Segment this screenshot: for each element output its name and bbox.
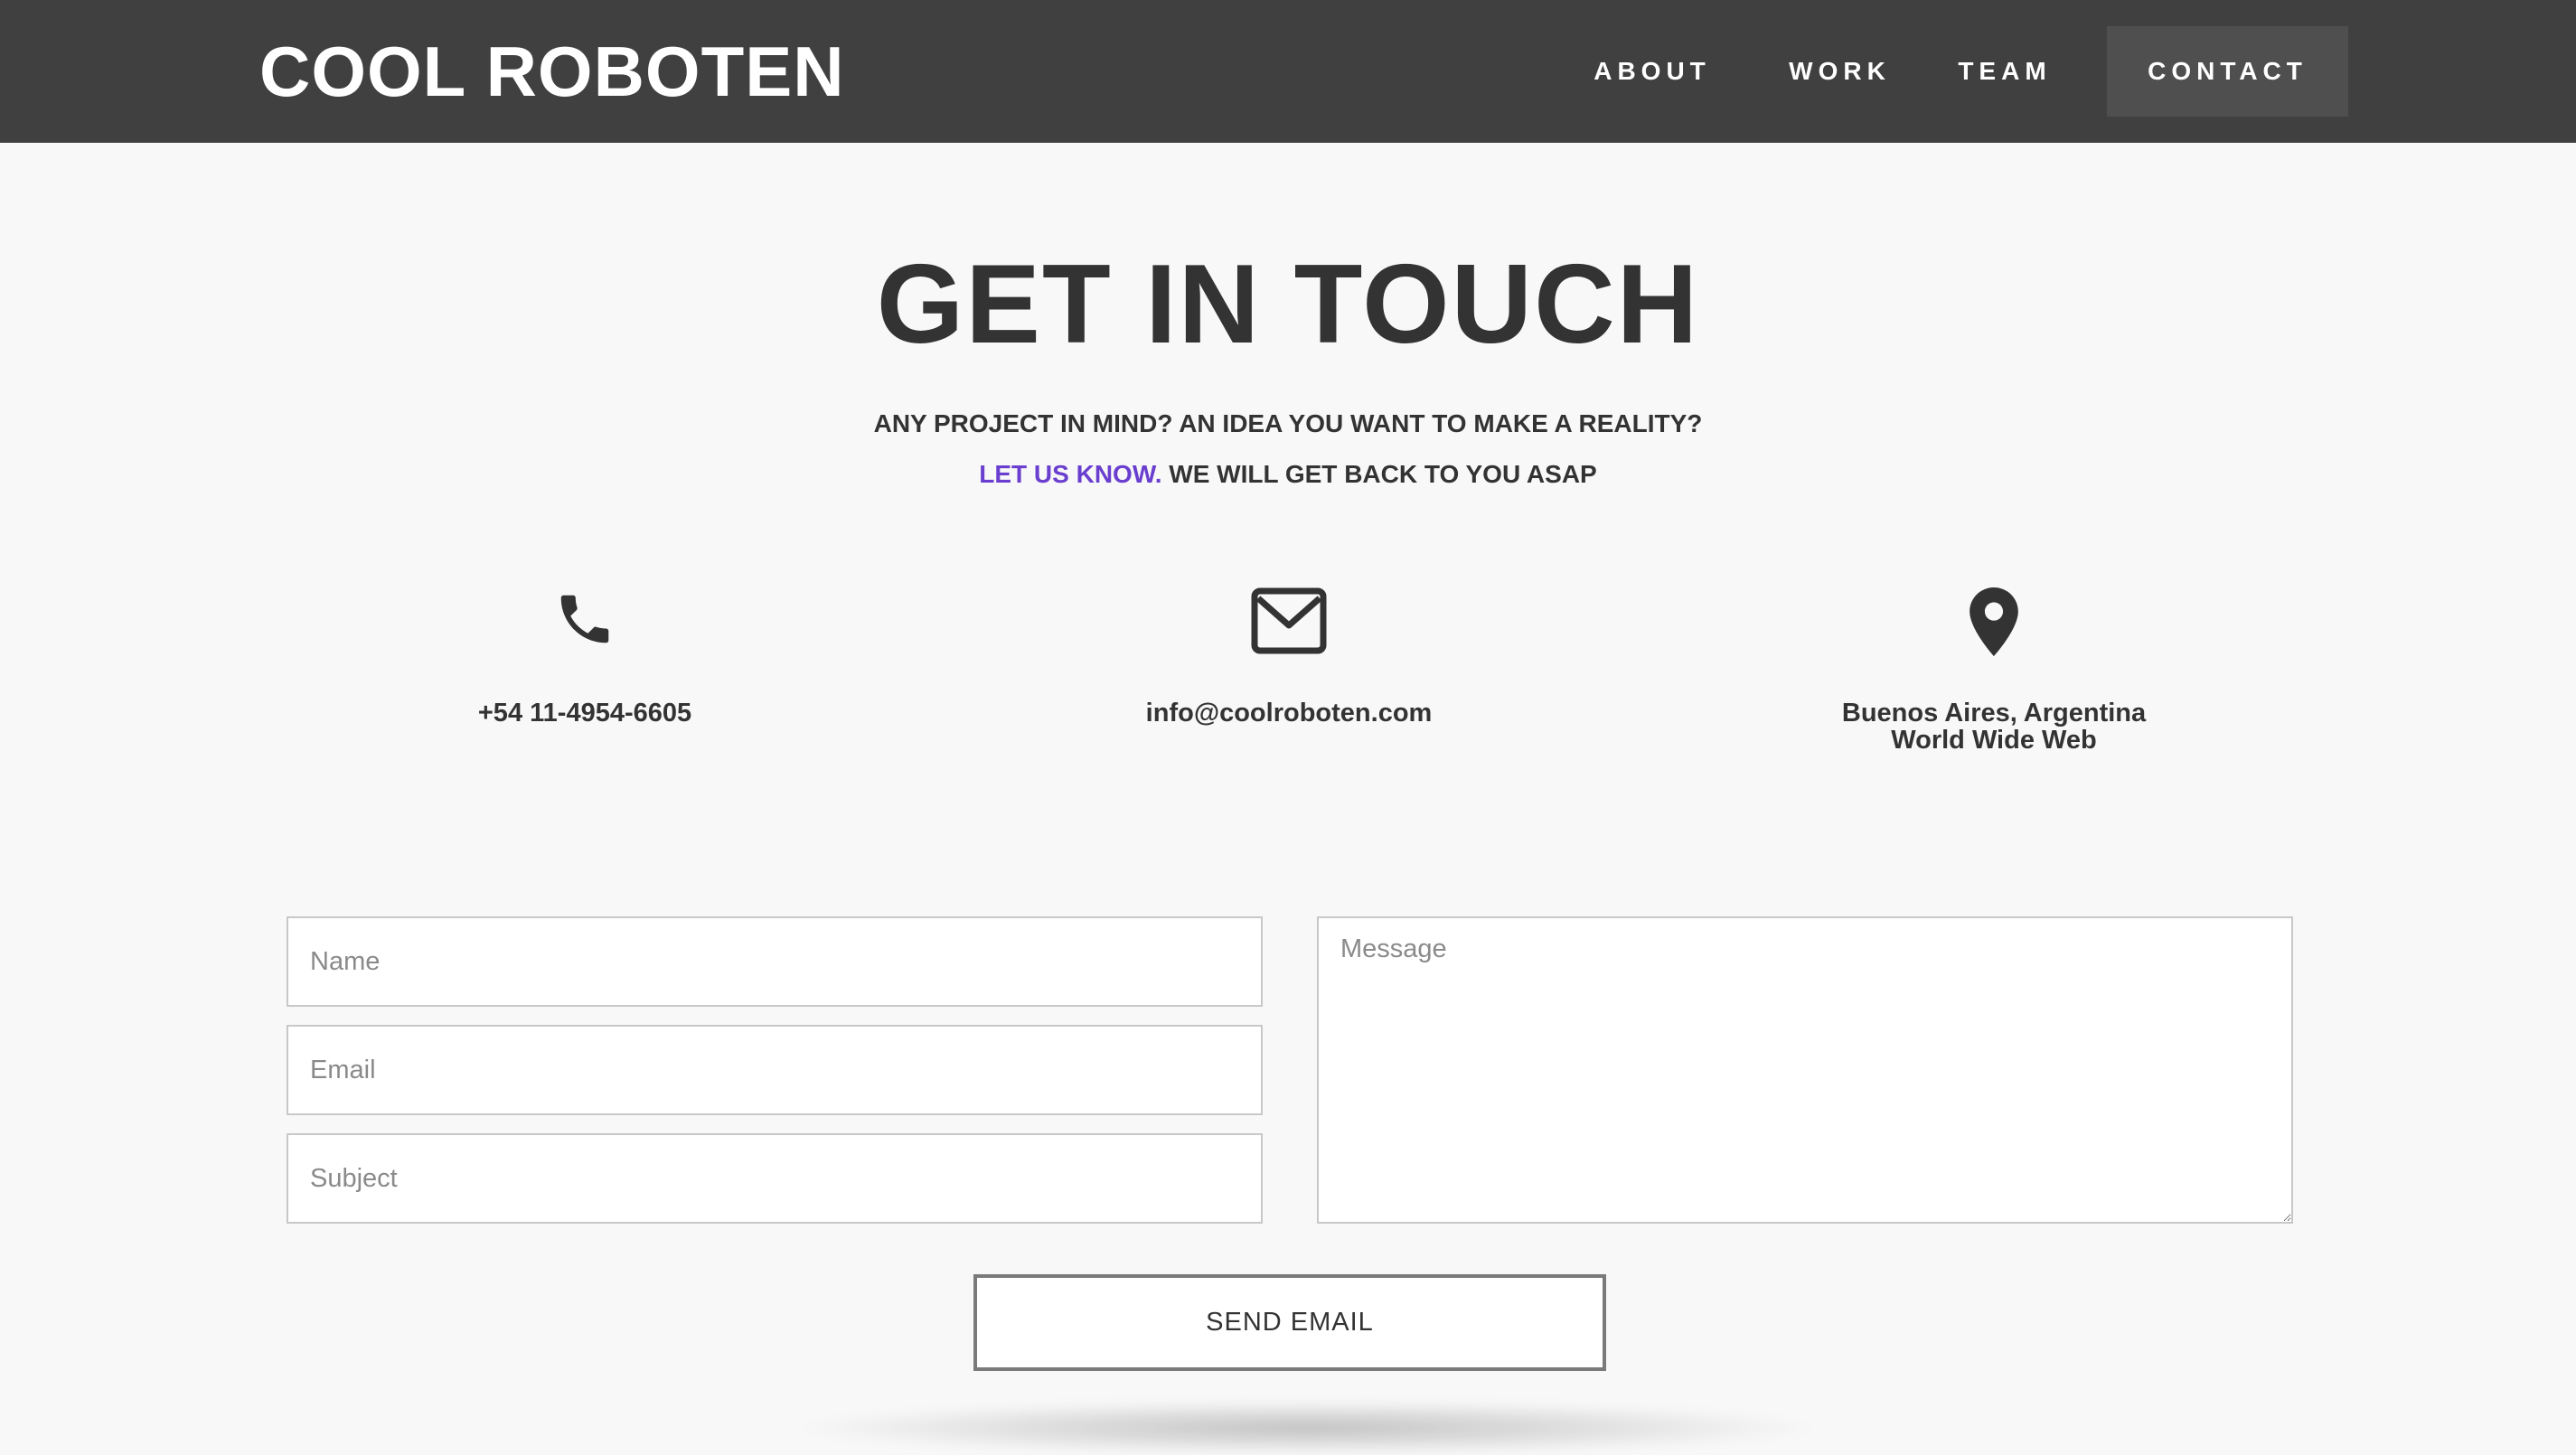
location-line1: Buenos Aires, Argentina xyxy=(1841,699,2147,728)
email-input[interactable] xyxy=(287,1025,1263,1115)
location-line2: World Wide Web xyxy=(1891,726,2097,755)
hero-subtitle-line2: LET US KNOW. WE WILL GET BACK TO YOU ASA… xyxy=(0,456,2576,493)
nav-contact[interactable]: CONTACT xyxy=(2107,26,2348,117)
phone-icon xyxy=(332,587,838,651)
nav-work[interactable]: WORK xyxy=(1761,26,1919,117)
envelope-icon xyxy=(1036,587,1542,654)
hero-subtitle-rest: WE WILL GET BACK TO YOU ASAP xyxy=(1169,460,1597,488)
phone-number[interactable]: +54 11-4954-6605 xyxy=(332,699,838,727)
contact-location: Buenos Aires, Argentina World Wide Web xyxy=(1741,587,2247,754)
brand-logo[interactable]: COOL ROBOTEN xyxy=(259,29,845,114)
nav-about[interactable]: ABOUT xyxy=(1553,26,1752,117)
message-textarea[interactable] xyxy=(1317,916,2293,1224)
top-navbar: COOL ROBOTEN ABOUT WORK TEAM CONTACT xyxy=(0,0,2576,143)
subject-input[interactable] xyxy=(287,1133,1263,1224)
bottom-shadow xyxy=(786,1401,1826,1455)
map-pin-icon xyxy=(1741,587,2247,656)
page-title: GET IN TOUCH xyxy=(876,242,1700,367)
hero-subtitle-line1: ANY PROJECT IN MIND? AN IDEA YOU WANT TO… xyxy=(873,409,1703,437)
email-address[interactable]: info@coolroboten.com xyxy=(1036,699,1542,727)
let-us-know-link[interactable]: LET US KNOW. xyxy=(979,460,1161,488)
send-email-button[interactable]: SEND EMAIL xyxy=(973,1274,1606,1371)
main-nav: ABOUT WORK TEAM CONTACT xyxy=(1553,26,2348,117)
name-input[interactable] xyxy=(287,916,1263,1007)
nav-team[interactable]: TEAM xyxy=(1928,26,2082,117)
contact-email: info@coolroboten.com xyxy=(1036,587,1542,727)
contact-phone: +54 11-4954-6605 xyxy=(332,587,838,727)
